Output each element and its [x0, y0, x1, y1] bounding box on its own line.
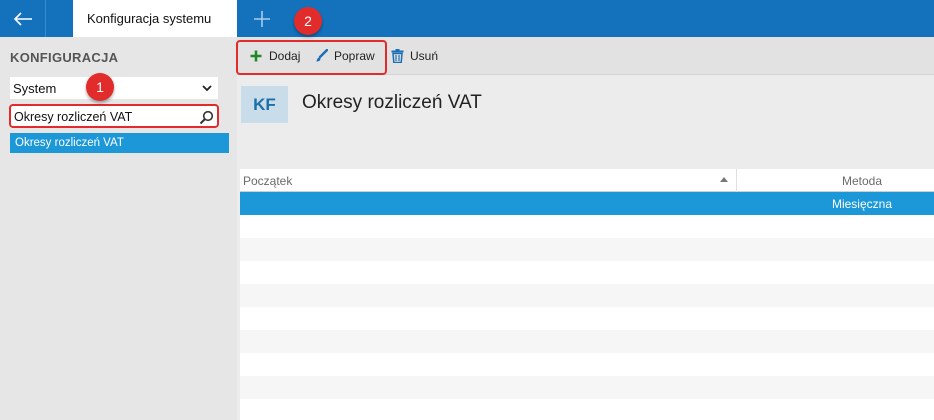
edit-button[interactable]: Popraw [314, 46, 375, 66]
brush-icon [314, 49, 328, 63]
column-header-method[interactable]: Metoda [737, 169, 934, 192]
sidebar-item-okresy-rozliczen-vat[interactable]: Okresy rozliczeń VAT [10, 133, 229, 153]
delete-button[interactable]: Usuń [390, 46, 438, 66]
sidebar-item-label: Okresy rozliczeń VAT [15, 137, 124, 149]
grid-header: Początek Metoda [240, 169, 934, 192]
tab-konfiguracja-systemu[interactable]: Konfiguracja systemu [73, 0, 237, 37]
page-title: Okresy rozliczeń VAT [302, 92, 482, 113]
title-bar: Konfiguracja systemu [0, 0, 934, 37]
section-select-value: System [13, 80, 57, 96]
empty-row [240, 261, 934, 284]
empty-row [240, 284, 934, 307]
search-icon[interactable] [199, 110, 214, 125]
cell-method: Miesięczna [831, 196, 892, 211]
callout-badge-1: 1 [86, 73, 114, 101]
empty-row [240, 307, 934, 330]
search-input[interactable] [14, 110, 194, 124]
data-grid: Początek Metoda Miesięczna [240, 169, 934, 420]
arrow-left-icon [13, 11, 32, 26]
sidebar: KONFIGURACJA System Okresy rozliczeń VAT [0, 37, 237, 420]
empty-row [240, 399, 934, 420]
module-badge: KF [241, 86, 288, 123]
section-select[interactable]: System [10, 77, 218, 99]
sidebar-heading: KONFIGURACJA [10, 50, 119, 65]
plus-icon [249, 49, 263, 63]
main-content: KF Okresy rozliczeń VAT Początek Metoda … [237, 76, 934, 420]
edit-button-label: Popraw [334, 49, 375, 63]
table-row[interactable]: Miesięczna [240, 192, 934, 215]
trash-icon [390, 49, 404, 63]
tab-label: Konfiguracja systemu [87, 11, 212, 26]
empty-row [240, 376, 934, 399]
empty-row [240, 353, 934, 376]
toolbar: Dodaj Popraw Usuń [237, 37, 934, 75]
back-button[interactable] [0, 0, 45, 37]
empty-row [240, 330, 934, 353]
column-header-start[interactable]: Początek [240, 169, 737, 192]
empty-row [240, 238, 934, 261]
plus-icon [254, 10, 270, 27]
column-header-label: Początek [243, 173, 293, 188]
sort-ascending-icon [720, 177, 728, 182]
delete-button-label: Usuń [410, 49, 439, 63]
add-button[interactable]: Dodaj [249, 46, 300, 66]
new-tab-button[interactable] [247, 0, 277, 37]
chevron-down-icon [202, 85, 212, 92]
add-button-label: Dodaj [269, 49, 301, 63]
sidebar-search [10, 106, 218, 128]
title-bar-divider [45, 0, 46, 37]
empty-row [240, 215, 934, 238]
column-header-label: Metoda [841, 173, 882, 188]
callout-badge-2: 2 [294, 7, 322, 35]
